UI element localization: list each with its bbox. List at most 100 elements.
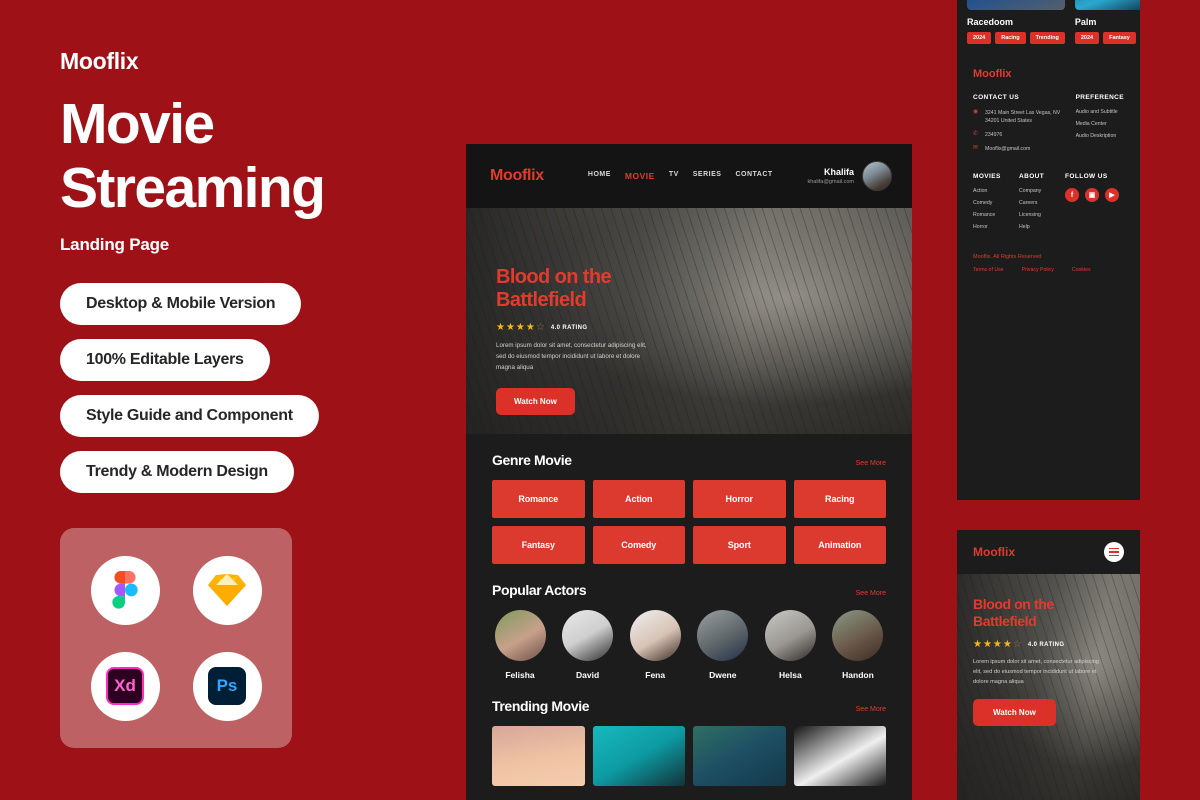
user-account[interactable]: Khalifa khalifa@gmail.com (807, 161, 892, 191)
movie-cards-grid: Ice Skating 2024 Sport New House 2024 Fa… (957, 0, 1140, 54)
footer-link[interactable]: Audio and Subtitle (1076, 109, 1124, 115)
trending-thumbnail[interactable] (492, 726, 585, 786)
hero-banner: Blood on the Battlefield ★★★★☆ 4.0 RATIN… (466, 208, 912, 434)
movie-thumbnail (1074, 0, 1140, 10)
footer-link[interactable]: Licensing (1019, 212, 1065, 218)
actor-item[interactable]: Handon (830, 610, 886, 680)
genre-button[interactable]: Animation (793, 526, 886, 564)
actor-item[interactable]: David (560, 610, 616, 680)
user-email: khalifa@gmail.com (807, 179, 854, 185)
footer-link[interactable]: Careers (1019, 200, 1065, 206)
footer-logo: Mooflix (973, 68, 1012, 80)
trending-grid (492, 726, 886, 786)
mobile-watch-now-button[interactable]: Watch Now (973, 699, 1056, 727)
footer-link[interactable]: Comedy (973, 200, 1019, 206)
genre-button[interactable]: Fantasy (492, 526, 585, 564)
hero-title-line-2: Battlefield (496, 289, 587, 311)
hamburger-menu-icon[interactable] (1104, 542, 1124, 562)
trending-section: Trending Movie See More (466, 680, 912, 786)
footer-contact-column: CONTACT US ◉ 3241 Main Street Las Vegas,… (973, 94, 1076, 159)
genre-button[interactable]: Sport (693, 526, 786, 564)
genre-button[interactable]: Comedy (592, 526, 685, 564)
actor-item[interactable]: Helsa (762, 610, 818, 680)
privacy-link[interactable]: Privacy Policy (1022, 267, 1054, 273)
navbar-logo[interactable]: Mooflix (490, 167, 544, 185)
actor-avatar (562, 610, 614, 661)
xd-label: Xd (106, 667, 144, 705)
footer-about-heading: ABOUT (1019, 173, 1045, 181)
movie-tag: Fantasy (1103, 32, 1136, 44)
footer-preference-heading: PREFERENCE (1075, 94, 1124, 101)
hero-title: Blood on the Battlefield (496, 266, 696, 312)
feature-pill-list: Desktop & Mobile Version 100% Editable L… (60, 282, 460, 507)
nav-item-home[interactable]: HOME (588, 171, 611, 181)
movie-tag: Racing (995, 32, 1026, 44)
location-pin-icon: ◉ (973, 109, 979, 115)
actor-name: David (576, 670, 600, 680)
trending-thumbnail[interactable] (693, 726, 786, 786)
nav-item-movie[interactable]: MOVIE (625, 171, 655, 181)
rating-label: 4.0 RATING (550, 324, 588, 331)
footer-link[interactable]: Help (1019, 224, 1065, 230)
mobile-hero-description: Lorem ipsum dolor sit amet, consectetur … (973, 659, 1099, 686)
footer-link[interactable]: Action (973, 188, 1019, 194)
genre-button[interactable]: Racing (793, 480, 886, 518)
user-text: Khalifa khalifa@gmail.com (807, 167, 854, 185)
actor-name: Helsa (779, 670, 802, 680)
nav-item-contact[interactable]: CONTACT (735, 171, 772, 181)
movie-title: Racedoom (967, 17, 1014, 27)
footer-link[interactable]: Horror (973, 224, 1019, 230)
mobile-logo[interactable]: Mooflix (973, 545, 1015, 559)
genre-see-more-link[interactable]: See More (856, 460, 886, 467)
hero-content: Blood on the Battlefield ★★★★☆ 4.0 RATIN… (496, 266, 696, 415)
footer-email: Mooflix@gmail.com (985, 146, 1031, 153)
footer-link[interactable]: Media Center (1076, 121, 1124, 127)
actors-see-more-link[interactable]: See More (856, 590, 886, 597)
actor-item[interactable]: Felisha (492, 610, 548, 680)
facebook-icon[interactable]: f (1065, 188, 1079, 203)
desktop-mockup: Mooflix HOME MOVIE TV SERIES CONTACT Kha… (466, 144, 912, 800)
trending-thumbnail[interactable] (793, 726, 886, 786)
trending-thumbnail[interactable] (592, 726, 685, 786)
feature-pill: Trendy & Modern Design (60, 450, 294, 493)
actor-item[interactable]: Fena (627, 610, 683, 680)
actor-name: Felisha (505, 670, 535, 680)
footer-link[interactable]: Audio Deskription (1076, 133, 1124, 139)
avatar[interactable] (862, 161, 892, 191)
mobile-hero-banner: Blood on the Battlefield ★★★★☆ 4.0 RATIN… (957, 574, 1140, 800)
tools-card: Xd Ps (60, 528, 292, 748)
nav-item-tv[interactable]: TV (669, 171, 679, 181)
footer-follow-column: FOLLOW US f ▣ ▶ (1065, 173, 1119, 236)
movie-card[interactable]: Racedoom 2024 Racing Trending (967, 0, 1065, 44)
star-rating-icon: ★★★★☆ (496, 322, 546, 333)
actor-item[interactable]: Dwene (695, 610, 751, 680)
watch-now-button[interactable]: Watch Now (496, 387, 575, 415)
nav-item-series[interactable]: SERIES (693, 171, 722, 181)
movie-card[interactable]: Palm 2024 Fantasy New (1074, 0, 1140, 44)
actor-avatar (764, 610, 816, 661)
hero-description: Lorem ipsum dolor sit amet, consectetur … (496, 342, 647, 371)
movie-tag: 2024 (967, 32, 992, 44)
pill-row: Desktop & Mobile Version (60, 282, 460, 339)
cookies-link[interactable]: Cookies (1072, 267, 1091, 273)
page-subtitle: Landing Page (60, 234, 170, 254)
trending-see-more-link[interactable]: See More (856, 706, 886, 713)
youtube-icon[interactable]: ▶ (1105, 188, 1119, 203)
genre-button[interactable]: Action (592, 480, 685, 518)
copyright-text: Mooflix. All Rights Reserved (973, 254, 1042, 261)
footer-top-columns: CONTACT US ◉ 3241 Main Street Las Vegas,… (973, 94, 1124, 159)
photoshop-icon: Ps (192, 651, 262, 721)
footer-link[interactable]: Romance (973, 212, 1019, 218)
actors-section-title: Popular Actors (492, 582, 587, 598)
navbar-menu: HOME MOVIE TV SERIES CONTACT (588, 171, 773, 181)
instagram-icon[interactable]: ▣ (1085, 188, 1099, 203)
movie-title: Palm (1074, 17, 1097, 27)
footer-link[interactable]: Company (1019, 188, 1065, 194)
mobile-hero-rating: ★★★★☆ 4.0 RATING (973, 639, 1103, 650)
genre-button[interactable]: Horror (693, 480, 786, 518)
feature-pill: Desktop & Mobile Version (60, 282, 302, 325)
terms-link[interactable]: Terms of Use (973, 267, 1004, 273)
feature-pill: 100% Editable Layers (60, 338, 270, 381)
genre-button[interactable]: Romance (492, 480, 585, 518)
trending-section-header: Trending Movie See More (492, 698, 886, 714)
